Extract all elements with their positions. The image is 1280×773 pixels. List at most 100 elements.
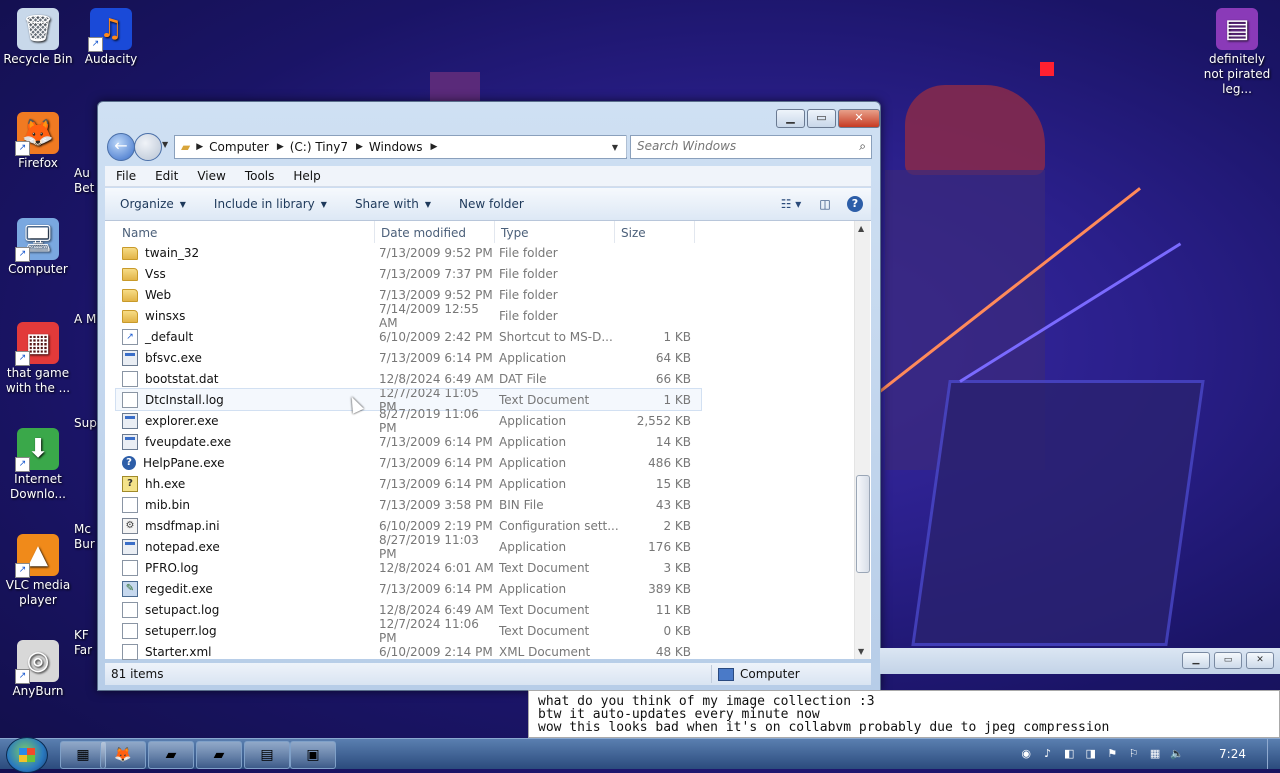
- table-row[interactable]: Vss 7/13/2009 7:37 PM File folder: [105, 263, 855, 284]
- desktop-icon-winrar[interactable]: ▤ definitely not pirated leg...: [1198, 8, 1276, 97]
- share-with-button[interactable]: Share with ▼: [341, 197, 445, 211]
- table-row[interactable]: Starter.xml 6/10/2009 2:14 PM XML Document…: [105, 641, 855, 662]
- minimize-button[interactable]: ▁: [1182, 652, 1210, 669]
- desktop-icon[interactable]: A M: [74, 268, 98, 327]
- computer-icon: 🖥 ↗: [15, 218, 59, 262]
- network-icon[interactable]: ▦: [1149, 747, 1161, 761]
- column-size[interactable]: Size: [615, 221, 695, 243]
- change-view-icon[interactable]: ☷ ▾: [779, 194, 803, 214]
- close-button[interactable]: ✕: [838, 109, 880, 128]
- clock[interactable]: 7:24: [1219, 747, 1246, 761]
- desktop-icon[interactable]: ⬇ ↗ Internet Downlo...: [0, 428, 76, 502]
- vertical-scrollbar[interactable]: ▲ ▼: [854, 221, 870, 659]
- table-row[interactable]: explorer.exe 8/27/2019 11:06 PM Applicatio…: [105, 407, 855, 435]
- minimize-button[interactable]: ▁: [776, 109, 805, 128]
- maximize-button[interactable]: ▭: [807, 109, 836, 128]
- file-name: bfsvc.exe: [145, 350, 202, 365]
- file-type: Text Document: [499, 560, 590, 575]
- new-folder-button[interactable]: New folder: [445, 197, 538, 211]
- anyburn-icon: ◎ ↗: [15, 640, 59, 684]
- background-window-titlebar[interactable]: ▁ ▭ ✕: [880, 648, 1280, 674]
- recent-pages-chevron-icon[interactable]: ▼: [162, 140, 168, 149]
- status-bar: 81 items Computer: [105, 663, 871, 685]
- taskbar-firefox-icon[interactable]: 🦊: [100, 741, 146, 769]
- column-type[interactable]: Type: [495, 221, 615, 243]
- scroll-down-icon[interactable]: ▼: [858, 647, 864, 656]
- table-row[interactable]: mib.bin 7/13/2009 3:58 PM BIN File 43 KB: [105, 494, 855, 515]
- wallpaper-shape: [885, 170, 1045, 470]
- forward-button[interactable]: [134, 133, 162, 161]
- desktop-icon[interactable]: Mc Bur: [74, 478, 98, 552]
- file-date: 7/13/2009 6:14 PM: [379, 350, 493, 365]
- table-row[interactable]: notepad.exe 8/27/2019 11:03 PM Application…: [105, 533, 855, 561]
- back-button[interactable]: ←: [107, 133, 135, 161]
- organize-button[interactable]: Organize ▼: [105, 197, 200, 211]
- desktop-icon[interactable]: ▦ ↗ that game with the ...: [0, 322, 76, 396]
- table-row[interactable]: ? hh.exe 7/13/2009 6:14 PM Application 15 KB: [105, 473, 855, 494]
- file-date: 6/10/2009 2:19 PM: [379, 518, 493, 533]
- desktop-icon[interactable]: 🗑 Recycle Bin: [0, 8, 76, 67]
- chat-box[interactable]: what do you think of my image collection…: [528, 690, 1280, 738]
- menu-file[interactable]: File: [105, 169, 144, 183]
- search-box[interactable]: ⌕: [630, 135, 872, 159]
- tray-app-icon[interactable]: ◧: [1063, 747, 1075, 761]
- preview-pane-icon[interactable]: ◫: [813, 194, 837, 214]
- desktop-icon[interactable]: 🦊 ↗ Firefox: [0, 112, 76, 171]
- volume-icon[interactable]: 🔈: [1170, 747, 1184, 761]
- desktop-icon[interactable]: KF Far: [74, 584, 98, 658]
- explorer-window[interactable]: ▁ ▭ ✕ ← ▼ ▰ ▶ Computer ▶ (C:) Tiny7 ▶ Wi…: [97, 101, 881, 691]
- show-desktop-button[interactable]: [1267, 739, 1280, 769]
- taskbar-explorer-icon[interactable]: ▰: [148, 741, 194, 769]
- scrollbar-thumb[interactable]: [856, 475, 870, 573]
- taskbar-notepad-icon[interactable]: ▤: [244, 741, 290, 769]
- desktop-icon[interactable]: ◎ ↗ AnyBurn: [0, 640, 76, 699]
- network-globe-icon[interactable]: ◉: [1020, 747, 1032, 761]
- desktop-icon[interactable]: ♫ ↗ Audacity: [73, 8, 149, 67]
- close-button[interactable]: ✕: [1246, 652, 1274, 669]
- maximize-button[interactable]: ▭: [1214, 652, 1242, 669]
- search-input[interactable]: [631, 136, 847, 156]
- breadcrumb-drive[interactable]: (C:) Tiny7: [286, 140, 354, 154]
- address-bar[interactable]: ▰ ▶ Computer ▶ (C:) Tiny7 ▶ Windows ▶ ▼: [174, 135, 627, 159]
- scroll-up-icon[interactable]: ▲: [858, 224, 864, 233]
- table-row[interactable]: bfsvc.exe 7/13/2009 6:14 PM Application 64 …: [105, 347, 855, 368]
- taskbar-folder-icon[interactable]: ▰: [196, 741, 242, 769]
- search-icon[interactable]: ⌕: [859, 139, 866, 154]
- table-row[interactable]: PFRO.log 12/8/2024 6:01 AM Text Document 3 …: [105, 557, 855, 578]
- desktop-icon[interactable]: 🖥 ↗ Computer: [0, 218, 76, 277]
- breadcrumb-windows[interactable]: Windows: [365, 140, 429, 154]
- include-in-library-button[interactable]: Include in library ▼: [200, 197, 341, 211]
- table-row[interactable]: fveupdate.exe 7/13/2009 6:14 PM Applicatio…: [105, 431, 855, 452]
- table-row[interactable]: ✎ regedit.exe 7/13/2009 6:14 PM Application…: [105, 578, 855, 599]
- computer-icon: [718, 667, 734, 681]
- tray-app-icon[interactable]: ◨: [1084, 747, 1096, 761]
- action-center-flag-icon[interactable]: ⚐: [1127, 747, 1139, 761]
- tray-flag-icon[interactable]: ⚑: [1106, 747, 1118, 761]
- shortcut-arrow-icon: ↗: [15, 457, 30, 472]
- chevron-down-icon: ▼: [179, 199, 186, 209]
- item-count: 81 items: [111, 667, 164, 681]
- column-date-modified[interactable]: Date modified: [375, 221, 495, 243]
- table-row[interactable]: winsxs 7/14/2009 12:55 AM File folder: [105, 302, 855, 330]
- desktop-icon[interactable]: Au Bet: [74, 164, 98, 196]
- file-list[interactable]: Name Date modified Type Size twain_32 7/1…: [105, 221, 871, 662]
- table-row[interactable]: setuperr.log 12/7/2024 11:06 PM Text Docum…: [105, 617, 855, 645]
- table-row[interactable]: ↗ _default 6/10/2009 2:42 PM Shortcut to MS…: [105, 326, 855, 347]
- table-row[interactable]: ? HelpPane.exe 7/13/2009 6:14 PM Applicatio…: [105, 452, 855, 473]
- menu-help[interactable]: Help: [282, 169, 328, 183]
- help-icon[interactable]: ?: [847, 196, 863, 212]
- audacity-icon: ♫ ↗: [88, 8, 132, 52]
- menu-edit[interactable]: Edit: [144, 169, 186, 183]
- taskbar-remote-icon[interactable]: ▣: [290, 741, 336, 769]
- column-name[interactable]: Name: [105, 221, 375, 243]
- breadcrumb-computer[interactable]: Computer: [205, 140, 275, 154]
- menu-view[interactable]: View: [186, 169, 233, 183]
- microphone-icon[interactable]: ♪: [1041, 747, 1053, 761]
- desktop-icon[interactable]: ▲ ↗ VLC media player: [0, 534, 76, 608]
- folder-file-icon: [122, 247, 138, 260]
- address-dropdown-icon[interactable]: ▼: [612, 143, 618, 152]
- desktop-icon[interactable]: Sup: [74, 372, 98, 431]
- menu-tools[interactable]: Tools: [234, 169, 283, 183]
- table-row[interactable]: twain_32 7/13/2009 9:52 PM File folder: [105, 242, 855, 263]
- file-size: 43 KB: [655, 497, 691, 512]
